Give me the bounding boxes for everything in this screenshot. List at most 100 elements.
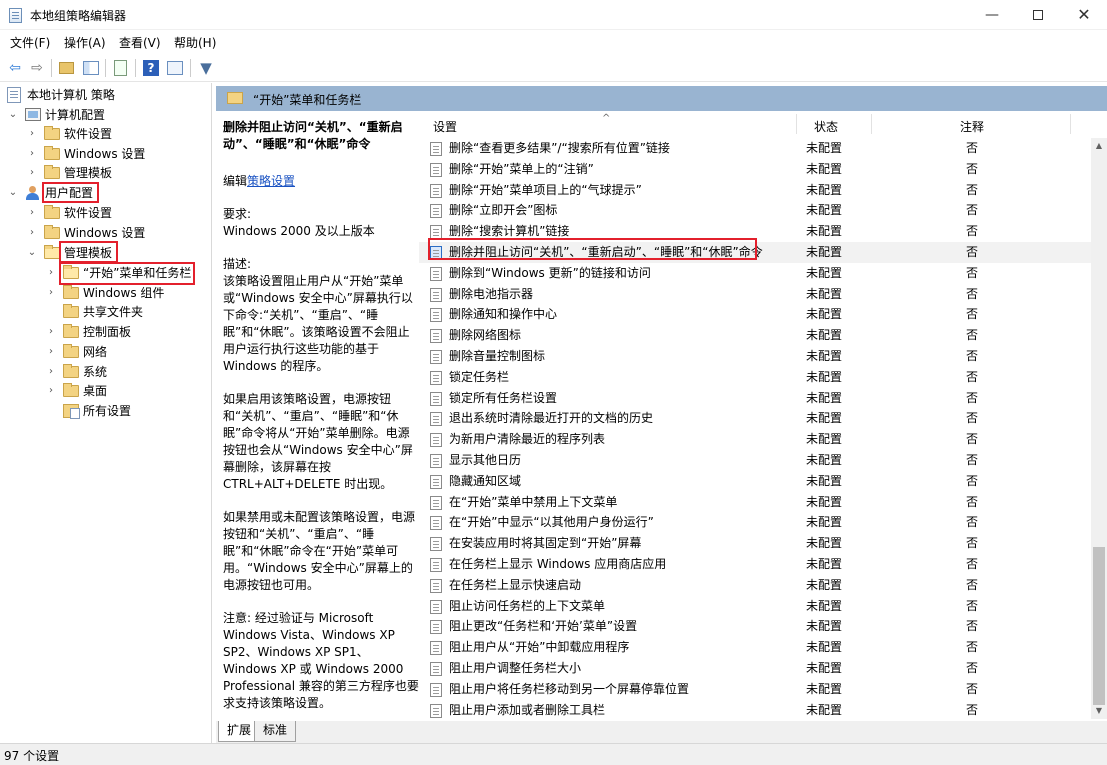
setting-note: 否: [966, 182, 979, 197]
table-row[interactable]: 删除电池指示器 未配置 否: [419, 284, 1091, 305]
setting-state: 未配置: [806, 536, 843, 551]
chevron-down-icon[interactable]: ⌄: [8, 183, 18, 203]
gpedit-app-icon: [9, 8, 22, 23]
vertical-scrollbar[interactable]: ▲ ▼: [1091, 138, 1107, 719]
maximize-button[interactable]: [1015, 0, 1061, 30]
chevron-right-icon[interactable]: ›: [27, 124, 37, 144]
table-row[interactable]: 删除“查看更多结果”/“搜索所有位置”链接 未配置 否: [419, 138, 1091, 159]
tab-standard[interactable]: 标准: [254, 721, 297, 742]
table-row[interactable]: 阻止用户从“开始”中卸载应用程序 未配置 否: [419, 637, 1091, 658]
table-row[interactable]: 在“开始”中显示“以其他用户身份运行” 未配置 否: [419, 512, 1091, 533]
table-row[interactable]: 阻止用户将任务栏移动到另一个屏幕停靠位置 未配置 否: [419, 679, 1091, 700]
table-row[interactable]: 阻止用户添加或者删除工具栏 未配置 否: [419, 700, 1091, 721]
filter-icon[interactable]: ▼: [196, 58, 216, 78]
setting-name: 在任务栏上显示 Windows 应用商店应用: [449, 557, 667, 571]
setting-note: 否: [966, 432, 979, 447]
close-button[interactable]: ✕: [1061, 0, 1107, 30]
description-text: 该策略设置阻止用户从“开始”菜单或“Windows 安全中心”屏幕执行以下命令:…: [223, 274, 413, 373]
policy-setting-icon: [430, 558, 442, 572]
scroll-thumb[interactable]: [1093, 547, 1105, 705]
table-row[interactable]: 删除网络图标 未配置 否: [419, 325, 1091, 346]
column-state[interactable]: 状态: [814, 118, 838, 135]
menu-action[interactable]: 操作(A): [64, 34, 106, 51]
column-separator[interactable]: [871, 114, 872, 134]
table-row[interactable]: 删除通知和操作中心 未配置 否: [419, 304, 1091, 325]
folder-icon: [63, 383, 79, 397]
menu-file[interactable]: 文件(F): [10, 34, 50, 51]
setting-note: 否: [966, 473, 979, 488]
table-row[interactable]: 锁定所有任务栏设置 未配置 否: [419, 388, 1091, 409]
column-setting[interactable]: 设置: [433, 118, 457, 135]
chevron-right-icon[interactable]: ›: [27, 144, 37, 164]
edit-prefix: 编辑: [223, 174, 248, 188]
column-note[interactable]: 注释: [960, 118, 984, 135]
setting-name: 删除音量控制图标: [449, 349, 546, 363]
export-list-icon[interactable]: [111, 58, 131, 78]
table-row[interactable]: 删除并阻止访问“关机”、“重新启动”、“睡眠”和“休眠”命令 未配置 否: [419, 242, 1091, 263]
chevron-right-icon[interactable]: ›: [27, 223, 37, 243]
table-row[interactable]: 阻止访问任务栏的上下文菜单 未配置 否: [419, 596, 1091, 617]
setting-note: 否: [966, 661, 979, 675]
menu-view[interactable]: 查看(V): [119, 34, 161, 51]
chevron-right-icon[interactable]: ›: [46, 322, 56, 342]
edit-policy-link[interactable]: 策略设置: [247, 174, 295, 188]
open-folder-icon: [63, 265, 79, 279]
table-row[interactable]: 阻止用户调整任务栏大小 未配置 否: [419, 658, 1091, 679]
policy-setting-icon: [430, 183, 442, 198]
table-row[interactable]: 删除“立即开会”图标 未配置 否: [419, 200, 1091, 221]
table-row[interactable]: 删除“开始”菜单上的“注销” 未配置 否: [419, 159, 1091, 180]
table-row[interactable]: 锁定任务栏 未配置 否: [419, 367, 1091, 388]
table-row[interactable]: 隐藏通知区域 未配置 否: [419, 471, 1091, 492]
table-row[interactable]: 在任务栏上显示快速启动 未配置 否: [419, 575, 1091, 596]
chevron-right-icon[interactable]: ›: [46, 283, 56, 303]
computer-icon: [25, 108, 41, 121]
menu-help[interactable]: 帮助(H): [174, 34, 216, 51]
setting-state: 未配置: [806, 557, 843, 571]
policy-setting-icon: [430, 682, 442, 697]
description: 描述: 该策略设置阻止用户从“开始”菜单或“Windows 安全中心”屏幕执行以…: [223, 256, 421, 375]
back-arrow-icon[interactable]: ⇦: [5, 58, 25, 78]
setting-note: 否: [966, 411, 979, 426]
table-row[interactable]: 在安装应用时将其固定到“开始”屏幕 未配置 否: [419, 533, 1091, 554]
table-row[interactable]: 在任务栏上显示 Windows 应用商店应用 未配置 否: [419, 554, 1091, 575]
show-hide-tree-icon[interactable]: [81, 58, 101, 78]
forward-arrow-icon[interactable]: ⇨: [27, 58, 47, 78]
setting-state: 未配置: [806, 640, 843, 655]
chevron-right-icon[interactable]: ›: [27, 203, 37, 223]
table-row[interactable]: 删除“开始”菜单项目上的“气球提示” 未配置 否: [419, 180, 1091, 201]
table-row[interactable]: 删除音量控制图标 未配置 否: [419, 346, 1091, 367]
chevron-right-icon[interactable]: ›: [46, 381, 56, 401]
properties-view-icon[interactable]: [165, 58, 185, 78]
table-row[interactable]: 为新用户清除最近的程序列表 未配置 否: [419, 429, 1091, 450]
chevron-down-icon[interactable]: ⌄: [27, 243, 37, 263]
table-row[interactable]: 退出系统时清除最近打开的文档的历史 未配置 否: [419, 408, 1091, 429]
table-row[interactable]: 删除“搜索计算机”链接 未配置 否: [419, 221, 1091, 242]
tree-label: Windows 设置: [64, 226, 146, 240]
column-separator[interactable]: [1070, 114, 1071, 134]
table-row[interactable]: 删除到“Windows 更新”的链接和访问 未配置 否: [419, 263, 1091, 284]
policy-setting-icon: [430, 433, 442, 448]
policy-icon: [7, 87, 21, 103]
chevron-right-icon[interactable]: ›: [46, 342, 56, 362]
folder-icon: [63, 285, 79, 299]
setting-name: 阻止用户从“开始”中卸载应用程序: [449, 640, 630, 655]
up-folder-icon[interactable]: [57, 58, 77, 78]
table-row[interactable]: 在“开始”菜单中禁用上下文菜单 未配置 否: [419, 492, 1091, 513]
minimize-button[interactable]: —: [969, 0, 1015, 30]
table-row[interactable]: 阻止更改“任务栏和‘开始’菜单”设置 未配置 否: [419, 616, 1091, 637]
chevron-right-icon[interactable]: ›: [46, 263, 56, 283]
chevron-right-icon[interactable]: ›: [27, 163, 37, 183]
column-separator[interactable]: [796, 114, 797, 134]
setting-name: 删除到“Windows 更新”的链接和访问: [449, 265, 651, 280]
chevron-down-icon[interactable]: ⌄: [8, 105, 18, 125]
table-row[interactable]: 显示其他日历 未配置 否: [419, 450, 1091, 471]
scroll-down-icon[interactable]: ▼: [1091, 703, 1107, 719]
setting-state: 未配置: [806, 307, 843, 322]
window-title: 本地组策略编辑器: [30, 9, 127, 23]
policy-title: 删除并阻止访问“关机”、“重新启动”、“睡眠”和“休眠”命令: [223, 120, 403, 151]
help-icon[interactable]: ?: [141, 58, 161, 78]
chevron-right-icon[interactable]: ›: [46, 362, 56, 382]
description-label: 描述:: [223, 257, 252, 271]
setting-note: 否: [966, 265, 979, 280]
scroll-up-icon[interactable]: ▲: [1091, 138, 1107, 154]
